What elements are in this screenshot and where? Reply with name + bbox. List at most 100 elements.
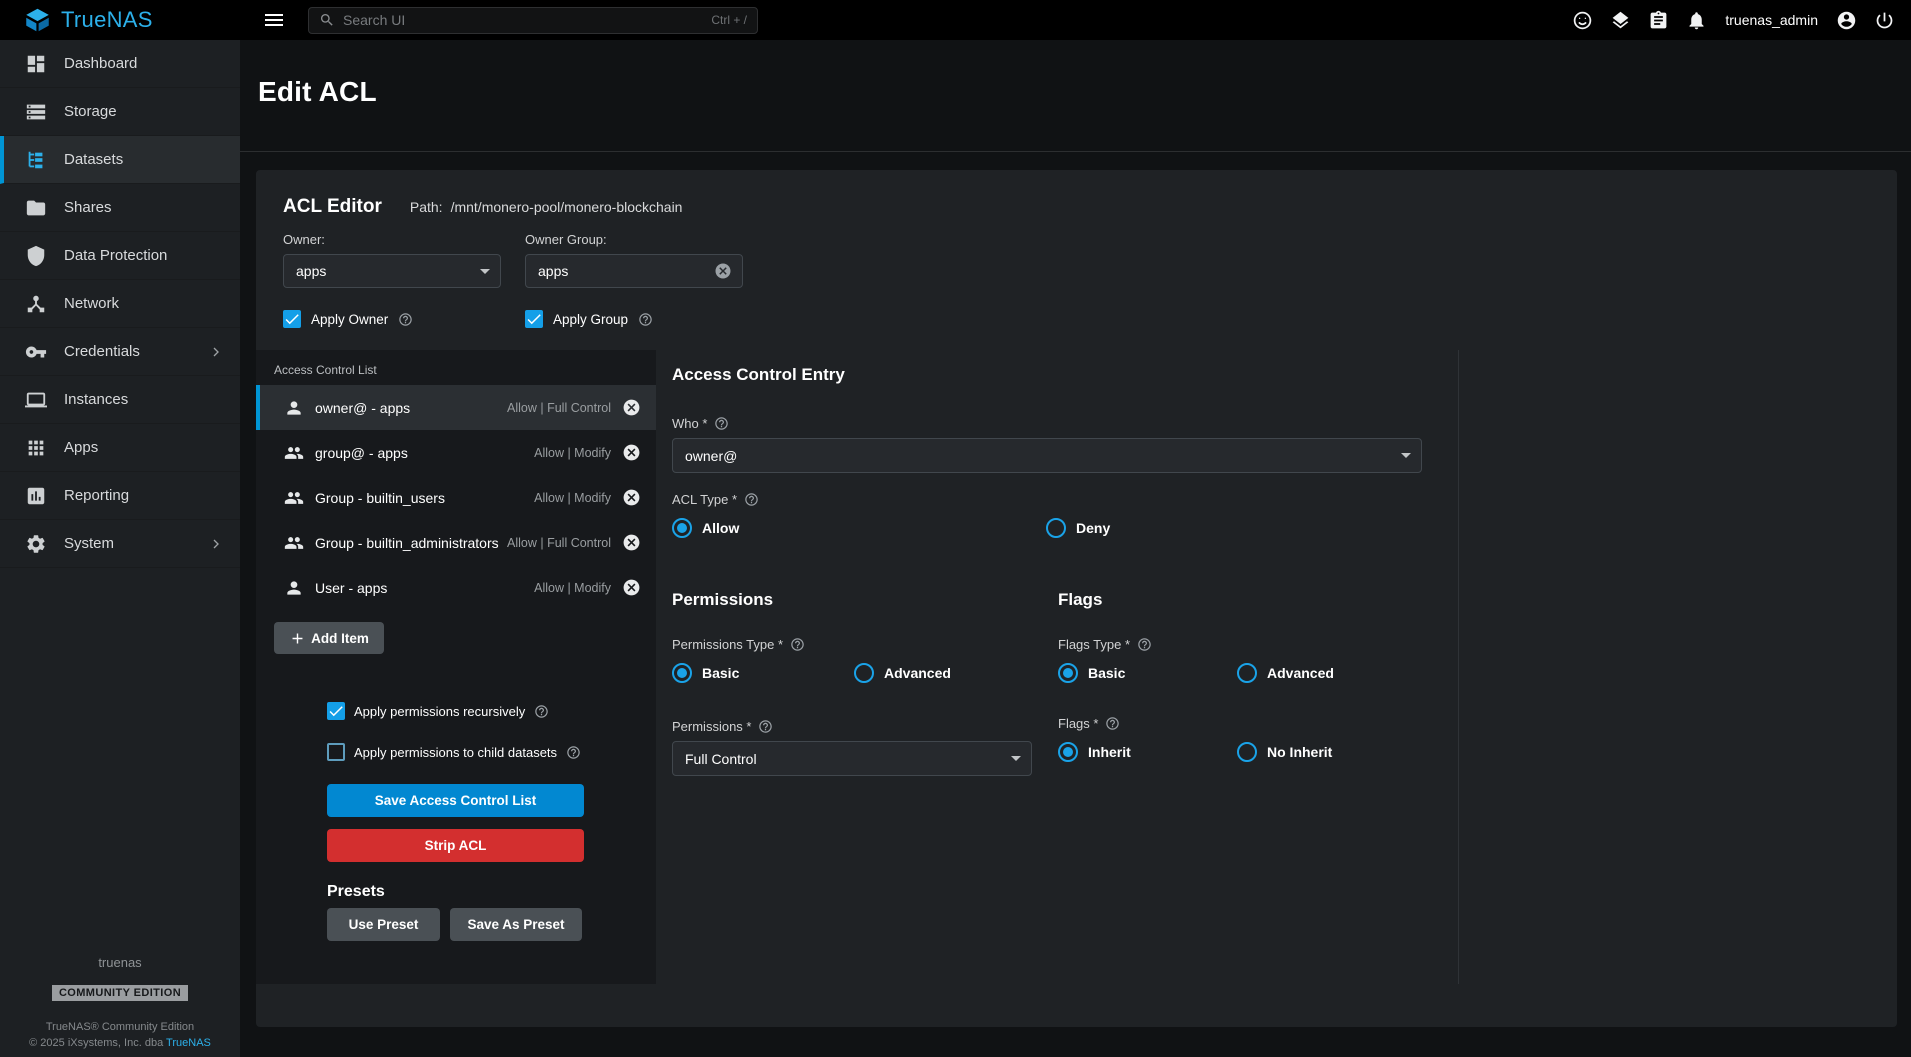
- owner-group-value: apps: [538, 263, 714, 279]
- sidebar-item-label: Apps: [64, 439, 98, 456]
- acl-entry-row-user-apps[interactable]: User - apps Allow | Modify: [256, 565, 656, 610]
- help-icon[interactable]: [566, 745, 581, 760]
- search-input[interactable]: [343, 12, 703, 28]
- radio-circle-icon: [854, 663, 874, 683]
- help-icon[interactable]: [1105, 716, 1120, 731]
- sidebar-item-label: Network: [64, 295, 119, 312]
- radio-permissions-advanced[interactable]: Advanced: [854, 663, 951, 683]
- person-icon: [284, 398, 304, 418]
- acl-entry-name: User - apps: [315, 580, 387, 596]
- owner-field: Owner: apps: [283, 232, 501, 288]
- save-acl-button[interactable]: Save Access Control List: [327, 784, 584, 817]
- flags-section: Flags Flags Type * Basic: [1058, 590, 1458, 776]
- brand-name: TrueNAS: [61, 7, 153, 33]
- acl-entry-row-owner[interactable]: owner@ - apps Allow | Full Control: [256, 385, 656, 430]
- who-value: owner@: [685, 448, 1401, 464]
- apply-group-checkbox[interactable]: [525, 310, 543, 328]
- tasks-clipboard-icon[interactable]: [1648, 10, 1669, 31]
- account-circle-icon[interactable]: [1836, 10, 1857, 31]
- help-icon[interactable]: [790, 637, 805, 652]
- use-preset-button[interactable]: Use Preset: [327, 908, 440, 941]
- acl-entry-name: owner@ - apps: [315, 400, 410, 416]
- group-icon: [284, 488, 304, 508]
- search-box[interactable]: Ctrl + /: [308, 7, 758, 34]
- clear-input-icon[interactable]: [714, 262, 732, 280]
- who-field-label: Who *: [672, 416, 1458, 431]
- key-icon: [25, 341, 47, 363]
- radio-flags-advanced[interactable]: Advanced: [1237, 663, 1334, 683]
- who-select[interactable]: owner@: [672, 438, 1422, 473]
- owner-group-input[interactable]: apps: [525, 254, 743, 288]
- delete-entry-icon[interactable]: [622, 443, 641, 462]
- sidebar-item-apps[interactable]: Apps: [0, 424, 240, 472]
- apply-owner-checkbox[interactable]: [283, 310, 301, 328]
- radio-allow[interactable]: Allow: [672, 518, 1046, 538]
- help-icon[interactable]: [534, 704, 549, 719]
- menu-toggle-icon[interactable]: [262, 8, 286, 32]
- radio-permissions-basic[interactable]: Basic: [672, 663, 854, 683]
- help-icon[interactable]: [398, 312, 413, 327]
- acl-entry-row-builtin-administrators[interactable]: Group - builtin_administrators Allow | F…: [256, 520, 656, 565]
- delete-entry-icon[interactable]: [622, 533, 641, 552]
- brand[interactable]: TrueNAS: [0, 7, 240, 34]
- copyright-brand-link[interactable]: TrueNAS: [166, 1037, 211, 1049]
- apply-owner-label: Apply Owner: [311, 312, 388, 327]
- feedback-smiley-icon[interactable]: [1572, 10, 1593, 31]
- chevron-down-icon: [1401, 453, 1411, 458]
- sidebar-item-dashboard[interactable]: Dashboard: [0, 40, 240, 88]
- delete-entry-icon[interactable]: [622, 398, 641, 417]
- help-icon[interactable]: [744, 492, 759, 507]
- sidebar-item-storage[interactable]: Storage: [0, 88, 240, 136]
- radio-label: Inherit: [1088, 744, 1131, 760]
- radio-circle-icon: [1237, 742, 1257, 762]
- recursive-checkbox[interactable]: [327, 702, 345, 720]
- sidebar-item-network[interactable]: Network: [0, 280, 240, 328]
- acl-entry-name: Group - builtin_administrators: [315, 535, 499, 551]
- sidebar-item-credentials[interactable]: Credentials: [0, 328, 240, 376]
- permissions-label-text: Permissions *: [672, 719, 751, 734]
- sidebar-item-label: Shares: [64, 199, 112, 216]
- radio-flags-basic[interactable]: Basic: [1058, 663, 1237, 683]
- topbar: TrueNAS Ctrl + / truenas_admin: [0, 0, 1911, 40]
- help-icon[interactable]: [1137, 637, 1152, 652]
- username-label[interactable]: truenas_admin: [1725, 12, 1818, 28]
- delete-entry-icon[interactable]: [622, 578, 641, 597]
- owner-select[interactable]: apps: [283, 254, 501, 288]
- power-icon[interactable]: [1874, 10, 1895, 31]
- acl-type-label-text: ACL Type *: [672, 492, 737, 507]
- card-body-spacer: [1459, 350, 1897, 984]
- permissions-type-radio-group: Basic Advanced: [672, 663, 1058, 683]
- sidebar-item-data-protection[interactable]: Data Protection: [0, 232, 240, 280]
- strip-acl-button[interactable]: Strip ACL: [327, 829, 584, 862]
- sidebar-item-label: Credentials: [64, 343, 140, 360]
- sidebar-item-instances[interactable]: Instances: [0, 376, 240, 424]
- sidebar-item-datasets[interactable]: Datasets: [0, 136, 240, 184]
- radio-circle-icon: [1237, 663, 1257, 683]
- recursive-field: Apply permissions recursively: [327, 702, 585, 720]
- child-datasets-label: Apply permissions to child datasets: [354, 745, 557, 760]
- radio-inherit[interactable]: Inherit: [1058, 742, 1237, 762]
- sidebar-item-reporting[interactable]: Reporting: [0, 472, 240, 520]
- permissions-select[interactable]: Full Control: [672, 741, 1032, 776]
- save-as-preset-button[interactable]: Save As Preset: [450, 908, 582, 941]
- jobs-layers-icon[interactable]: [1610, 10, 1631, 31]
- flags-label-text: Flags *: [1058, 716, 1098, 731]
- acl-entry-row-group[interactable]: group@ - apps Allow | Modify: [256, 430, 656, 475]
- sidebar-item-system[interactable]: System: [0, 520, 240, 568]
- child-datasets-checkbox[interactable]: [327, 743, 345, 761]
- group-icon: [284, 533, 304, 553]
- acl-entry-row-builtin-users[interactable]: Group - builtin_users Allow | Modify: [256, 475, 656, 520]
- help-icon[interactable]: [758, 719, 773, 734]
- notifications-bell-icon[interactable]: [1686, 10, 1707, 31]
- help-icon[interactable]: [638, 312, 653, 327]
- radio-label: Allow: [702, 520, 739, 536]
- radio-deny[interactable]: Deny: [1046, 518, 1110, 538]
- radio-no-inherit[interactable]: No Inherit: [1237, 742, 1332, 762]
- delete-entry-icon[interactable]: [622, 488, 641, 507]
- permissions-field-label: Permissions *: [672, 719, 1058, 734]
- computer-icon: [25, 389, 47, 411]
- sidebar-item-shares[interactable]: Shares: [0, 184, 240, 232]
- help-icon[interactable]: [714, 416, 729, 431]
- add-item-button[interactable]: Add Item: [274, 622, 384, 654]
- sidebar-item-label: Dashboard: [64, 55, 137, 72]
